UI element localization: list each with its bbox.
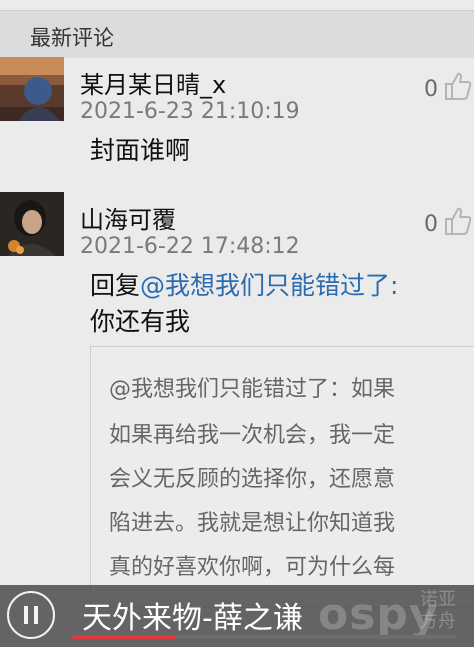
like-count: 0	[424, 212, 438, 237]
reply-line: 回复@我想我们只能错过了:	[90, 266, 398, 302]
pause-icon-bar	[34, 606, 38, 624]
watermark-cn: 诺亚方舟	[420, 589, 456, 632]
like-count: 0	[424, 77, 438, 102]
avatar[interactable]	[0, 57, 64, 121]
comment-username[interactable]: 某月某日晴_x	[80, 65, 226, 100]
mention-link[interactable]: @我想我们只能错过了:	[140, 271, 398, 300]
like-button[interactable]: 0	[424, 206, 474, 246]
pause-icon	[24, 606, 28, 624]
section-title: 最新评论	[30, 26, 114, 50]
progress-fill	[72, 635, 176, 639]
comment-username[interactable]: 山海可覆	[80, 200, 176, 235]
avatar[interactable]	[0, 192, 64, 256]
thumbs-up-icon	[444, 206, 472, 240]
latest-comments-header: 最新评论	[0, 10, 474, 58]
comment-timestamp: 2021-6-23 21:10:19	[80, 99, 300, 124]
pause-button[interactable]	[7, 591, 55, 639]
thumbs-up-icon	[444, 71, 472, 105]
quoted-line: 如果再给我一次机会，我一定	[109, 423, 396, 448]
quoted-comment[interactable]: @我想我们只能错过了：如果 如果再给我一次机会，我一定 会义无反顾的选择你，还愿…	[90, 346, 474, 608]
progress-bar[interactable]	[72, 635, 456, 639]
mini-player[interactable]: ospy 诺亚方舟 天外来物-薛之谦	[0, 585, 474, 647]
song-title[interactable]: 天外来物-薛之谦	[82, 593, 303, 637]
comment-text: 你还有我	[90, 307, 191, 336]
quoted-line: @我想我们只能错过了：如果	[109, 377, 396, 402]
reply-prefix: 回复	[90, 271, 141, 300]
quoted-line: 真的好喜欢你啊，可为什么每	[109, 555, 396, 580]
comment-text: 封面谁啊	[90, 136, 191, 165]
quoted-line: 陷进去。我就是想让你知道我	[109, 511, 396, 536]
like-button[interactable]: 0	[424, 71, 474, 111]
comment-timestamp: 2021-6-22 17:48:12	[80, 234, 300, 259]
quoted-line: 会义无反顾的选择你，还愿意	[109, 467, 396, 492]
